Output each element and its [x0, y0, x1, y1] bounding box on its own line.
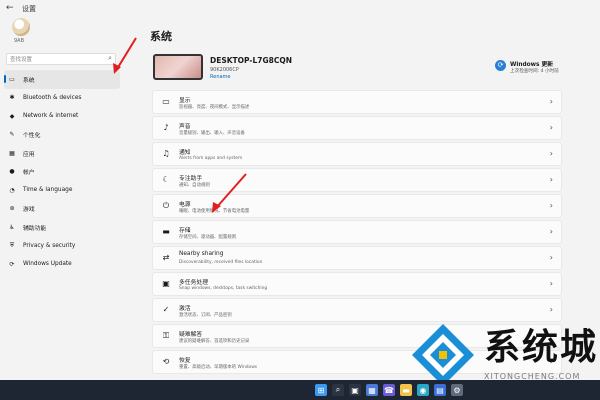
settings-icon[interactable]: ⚙	[451, 384, 463, 396]
teams-icon[interactable]: ☎	[383, 384, 395, 396]
widgets-icon[interactable]: ▦	[366, 384, 378, 396]
taskbar-icons: ⊞ ⌕ ▣ ▦ ☎ ▬ ◉ ▤ ⚙	[315, 384, 463, 396]
watermark-text: 系统城	[484, 327, 599, 368]
explorer-icon[interactable]: ▬	[400, 384, 412, 396]
edge-icon[interactable]: ◉	[417, 384, 429, 396]
store-icon[interactable]: ▤	[434, 384, 446, 396]
start-icon[interactable]: ⊞	[315, 384, 327, 396]
taskbar: ⊞ ⌕ ▣ ▦ ☎ ▬ ◉ ▤ ⚙	[0, 380, 600, 400]
task-view-icon[interactable]: ▣	[349, 384, 361, 396]
search-icon[interactable]: ⌕	[332, 384, 344, 396]
